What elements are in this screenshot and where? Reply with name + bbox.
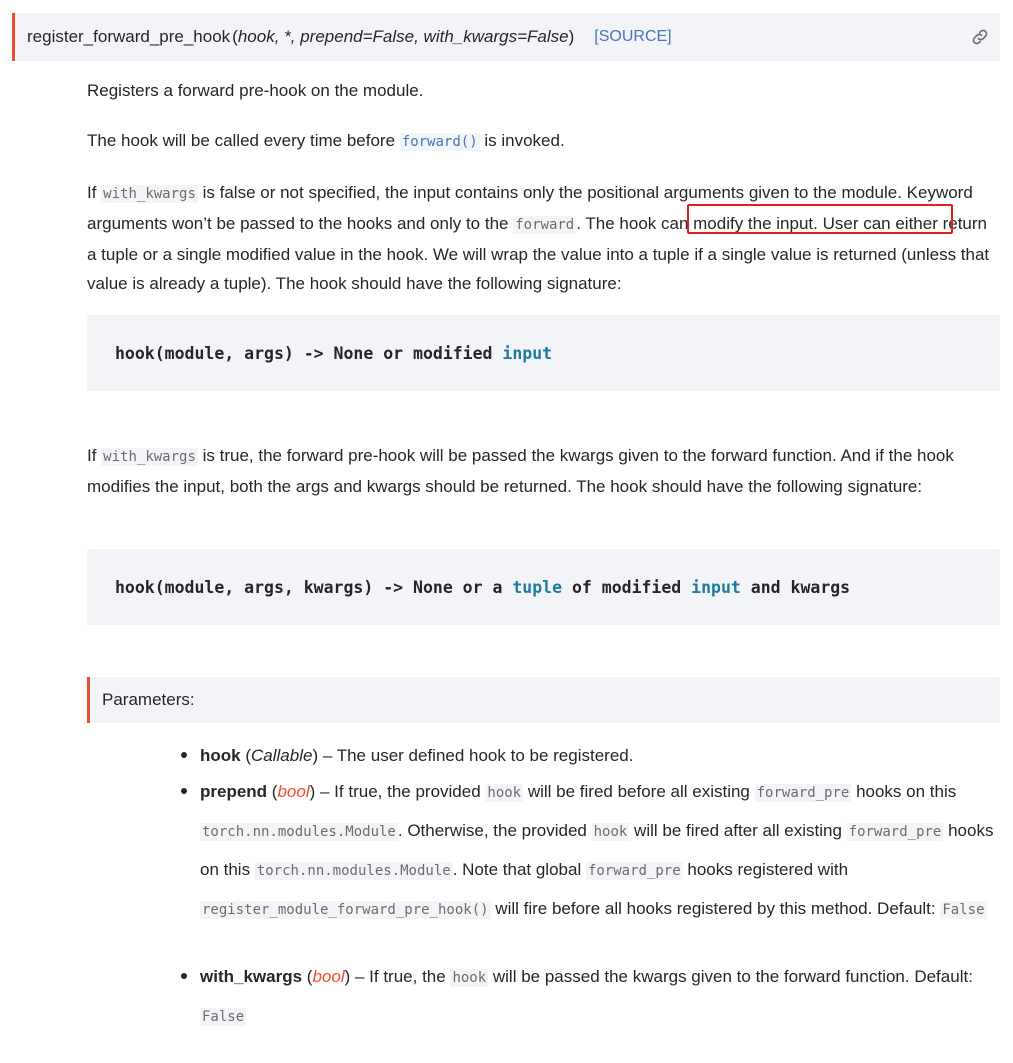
- inline-code-with-kwargs: with_kwargs: [101, 185, 198, 203]
- param-item-with-kwargs: with_kwargs (bool) – If true, the hook w…: [181, 958, 1000, 1036]
- inline-code: register_module_forward_pre_hook(): [200, 901, 491, 919]
- hook-timing-paragraph: The hook will be called every time befor…: [87, 126, 1000, 157]
- text: If: [87, 446, 102, 465]
- text: will fire before all hooks registered by…: [490, 899, 941, 918]
- kwargs-true-paragraph: If with_kwargs is true, the forward pre-…: [87, 441, 1000, 501]
- param-item-prepend: prepend (bool) – If true, the provided h…: [181, 773, 1000, 929]
- description-paragraph: Registers a forward pre-hook on the modu…: [87, 76, 1000, 105]
- parameters-heading: Parameters:: [87, 677, 1000, 723]
- inline-code: forward_pre: [754, 784, 852, 802]
- param-type-wrap: (Callable): [245, 746, 319, 765]
- param-type-wrap: (bool): [271, 782, 316, 801]
- forward-link[interactable]: forward(): [399, 133, 480, 151]
- text: is true, the forward pre-hook will be pa…: [87, 446, 954, 496]
- inline-code: torch.nn.modules.Module: [254, 862, 453, 880]
- source-link[interactable]: [SOURCE]: [594, 28, 671, 46]
- bullet-icon: [181, 752, 187, 758]
- text: – If true, the: [350, 967, 451, 986]
- param-type-link[interactable]: bool: [277, 782, 309, 801]
- text: will be passed the kwargs given to the f…: [488, 967, 973, 986]
- text: will be fired before all existing: [523, 782, 755, 801]
- inline-code: hook: [450, 969, 489, 987]
- inline-code: forward_pre: [585, 862, 683, 880]
- code-text: hook(module, args) -> None or modified: [115, 343, 503, 363]
- function-params: hook, *, prepend=False, with_kwargs=Fals…: [237, 27, 569, 46]
- inline-code: hook: [485, 784, 524, 802]
- param-type-link[interactable]: bool: [312, 967, 344, 986]
- highlight-box: [687, 204, 953, 234]
- bullet-icon: [181, 973, 187, 979]
- link-icon[interactable]: [970, 27, 990, 47]
- text: is invoked.: [479, 131, 565, 150]
- text: – If true, the provided: [315, 782, 486, 801]
- code-builtin: tuple: [512, 577, 563, 597]
- text: hooks on this: [851, 782, 957, 801]
- param-type-wrap: (bool): [306, 967, 351, 986]
- inline-code: False: [940, 901, 987, 919]
- kwargs-false-paragraph: If with_kwargs is false or not specified…: [87, 178, 1000, 298]
- code-builtin: input: [502, 343, 553, 363]
- code-block-signature-2: hook(module, args, kwargs) -> None or a …: [87, 549, 1000, 625]
- bullet-icon: [181, 788, 187, 794]
- param-name: hook: [200, 746, 241, 765]
- inline-code-forward: forward: [513, 216, 577, 234]
- parameters-label: Parameters:: [102, 690, 195, 709]
- inline-code: hook: [591, 823, 630, 841]
- text: will be fired after all existing: [629, 821, 847, 840]
- code-text: of modified: [562, 577, 692, 597]
- text: If: [87, 183, 102, 202]
- inline-code: torch.nn.modules.Module: [200, 823, 398, 841]
- inline-code-with-kwargs: with_kwargs: [101, 448, 198, 466]
- param-desc: – The user defined hook to be registered…: [318, 746, 634, 765]
- param-type: Callable: [251, 746, 313, 765]
- function-name: register_forward_pre_hook: [27, 27, 231, 46]
- inline-code: forward_pre: [846, 823, 944, 841]
- description-text: Registers a forward pre-hook on the modu…: [87, 81, 424, 100]
- param-name: with_kwargs: [200, 967, 303, 986]
- code-text: and kwargs: [740, 577, 851, 597]
- text: hooks registered with: [682, 860, 849, 879]
- text: . Otherwise, the provided: [397, 821, 592, 840]
- text: . Note that global: [452, 860, 586, 879]
- param-item-hook: hook (Callable) – The user defined hook …: [181, 737, 1000, 774]
- param-name: prepend: [200, 782, 268, 801]
- code-block-signature-1: hook(module, args) -> None or modified i…: [87, 315, 1000, 391]
- code-builtin: input: [691, 577, 741, 597]
- close-paren: ): [568, 27, 575, 46]
- code-text: hook(module, args, kwargs) -> None or a: [115, 577, 513, 597]
- inline-code: False: [200, 1008, 247, 1026]
- text: The hook will be called every time befor…: [87, 131, 400, 150]
- function-signature: register_forward_pre_hook ( hook, *, pre…: [12, 13, 1000, 61]
